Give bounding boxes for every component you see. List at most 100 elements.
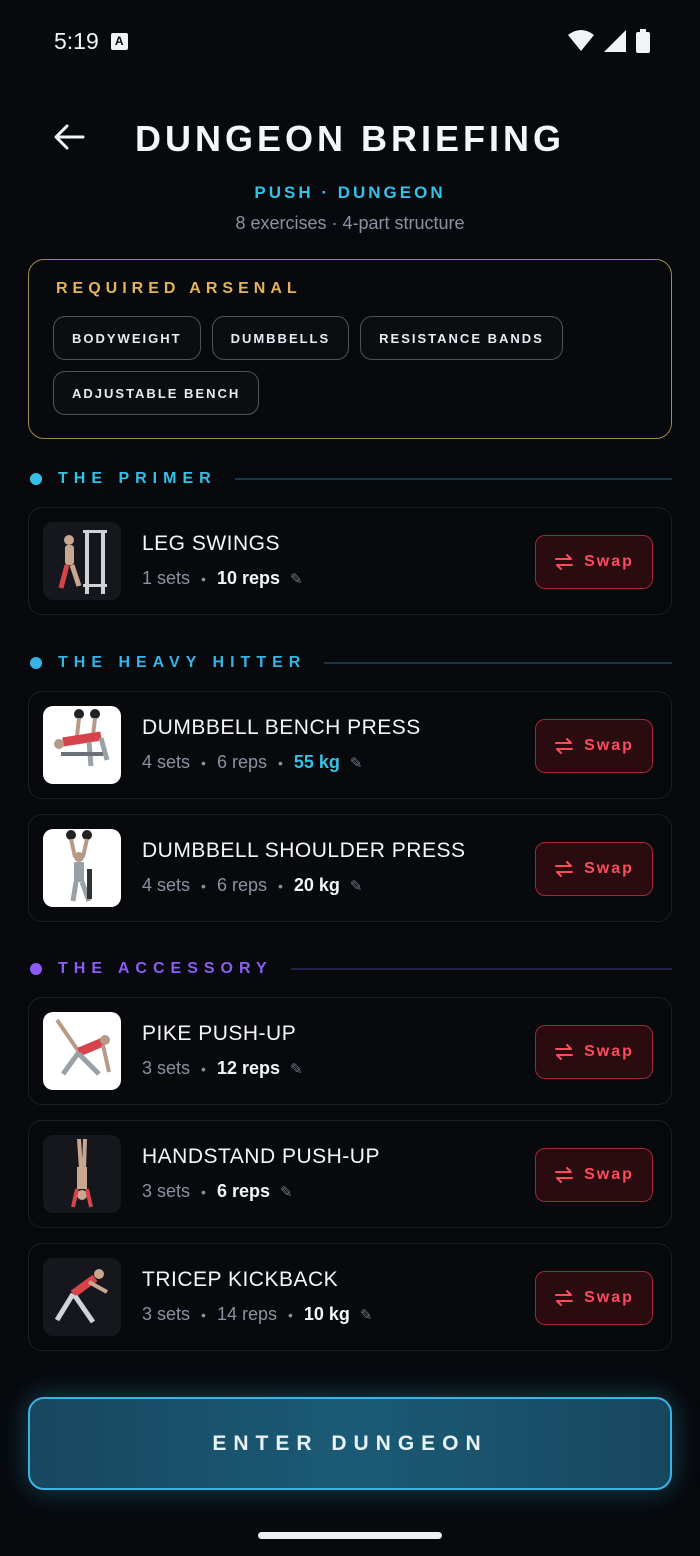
section-header-primer: THE PRIMER	[30, 467, 672, 491]
swap-button[interactable]: Swap	[535, 1025, 653, 1079]
edit-pencil-icon[interactable]: ✎	[290, 1060, 303, 1078]
exercise-card[interactable]: TRICEP KICKBACK 3 sets • 14 reps • 10 kg…	[28, 1243, 672, 1351]
exercise-card[interactable]: DUMBBELL SHOULDER PRESS 4 sets • 6 reps …	[28, 814, 672, 922]
section-dot	[30, 657, 42, 669]
reps-count[interactable]: 6 reps	[217, 752, 267, 773]
page-title: DUNGEON BRIEFING	[134, 118, 565, 159]
separator-dot: •	[287, 1306, 293, 1323]
exercise-thumbnail	[43, 1135, 121, 1213]
exercise-thumbnail	[43, 829, 121, 907]
section-label: THE ACCESSORY	[58, 960, 273, 977]
sets-count: 4 sets	[142, 875, 191, 895]
swap-label: Swap	[584, 553, 634, 570]
swap-button[interactable]: Swap	[535, 842, 653, 896]
leg-swing-illustration-icon	[58, 530, 107, 594]
exercise-thumbnail	[43, 1258, 121, 1336]
required-arsenal-panel: REQUIRED ARSENAL BODYWEIGHT DUMBBELLS RE…	[28, 259, 672, 439]
arsenal-title: REQUIRED ARSENAL	[56, 280, 302, 297]
separator-dot: •	[201, 570, 206, 587]
exercise-stats: 4 sets • 6 reps • 20 kg ✎	[142, 875, 362, 896]
separator-dot: •	[277, 877, 283, 894]
battery-icon	[636, 29, 650, 53]
reps-count[interactable]: 6 reps	[217, 875, 267, 896]
separator-dot: •	[277, 754, 283, 771]
edit-pencil-icon[interactable]: ✎	[290, 570, 303, 588]
sets-count: 1 sets	[142, 568, 191, 588]
exercise-card[interactable]: HANDSTAND PUSH-UP 3 sets • 6 reps ✎ Swap	[28, 1120, 672, 1228]
clock: 5:19	[54, 27, 99, 54]
separator-dot: •	[201, 1183, 206, 1200]
dungeon-subtitle: PUSH · DUNGEON	[254, 183, 446, 202]
reps-count[interactable]: 12 reps	[217, 1058, 280, 1079]
separator-dot: •	[201, 877, 206, 894]
section-dot	[30, 963, 42, 975]
wifi-icon	[568, 30, 594, 51]
signal-icon	[604, 30, 626, 52]
exercise-stats: 1 sets • 10 reps ✎	[142, 568, 303, 589]
notification-badge-icon: A	[110, 32, 128, 50]
swap-arrows-icon	[555, 1044, 574, 1060]
swap-label: Swap	[584, 737, 634, 754]
exercise-thumbnail	[43, 706, 121, 784]
edit-pencil-icon[interactable]: ✎	[350, 877, 363, 895]
reps-count[interactable]: 14 reps	[217, 1304, 277, 1325]
section-header-accessory: THE ACCESSORY	[30, 957, 672, 981]
weight-value[interactable]: 55 kg	[294, 752, 340, 773]
status-icons	[568, 29, 650, 53]
swap-arrows-icon	[555, 554, 574, 570]
separator-dot: •	[201, 1060, 206, 1077]
section-header-heavy-hitter: THE HEAVY HITTER	[30, 651, 672, 675]
swap-label: Swap	[584, 1043, 634, 1060]
section-divider	[234, 478, 672, 480]
edit-pencil-icon[interactable]: ✎	[360, 1306, 373, 1324]
exercise-thumbnail	[43, 1012, 121, 1090]
exercise-card[interactable]: PIKE PUSH-UP 3 sets • 12 reps ✎ Swap	[28, 997, 672, 1105]
swap-arrows-icon	[555, 1167, 574, 1183]
reps-count[interactable]: 6 reps	[217, 1181, 270, 1202]
tricep-kickback-illustration-icon	[54, 1269, 108, 1324]
exercise-stats: 3 sets • 12 reps ✎	[142, 1058, 303, 1079]
sets-count: 3 sets	[142, 1304, 191, 1324]
arsenal-chips: BODYWEIGHT DUMBBELLS RESISTANCE BANDS AD…	[53, 316, 647, 415]
weight-value[interactable]: 10 kg	[304, 1304, 350, 1325]
equipment-chip: ADJUSTABLE BENCH	[53, 371, 260, 415]
swap-button[interactable]: Swap	[535, 1148, 653, 1202]
section-dot	[30, 473, 42, 485]
exercise-thumbnail	[43, 522, 121, 600]
home-indicator[interactable]	[258, 1532, 442, 1539]
section-label: THE PRIMER	[58, 470, 217, 487]
exercise-name: DUMBBELL BENCH PRESS	[142, 716, 421, 739]
section-divider	[324, 662, 672, 664]
swap-label: Swap	[584, 1289, 634, 1306]
swap-button[interactable]: Swap	[535, 719, 653, 773]
pike-pushup-illustration-icon	[55, 1018, 111, 1076]
edit-pencil-icon[interactable]: ✎	[280, 1183, 293, 1201]
weight-value[interactable]: 20 kg	[294, 875, 340, 896]
section-label: THE HEAVY HITTER	[58, 654, 307, 671]
swap-arrows-icon	[555, 861, 574, 877]
equipment-chip: RESISTANCE BANDS	[360, 316, 563, 360]
bench-press-illustration-icon	[54, 709, 110, 767]
sets-count: 3 sets	[142, 1058, 191, 1078]
dungeon-meta: 8 exercises · 4-part structure	[235, 213, 465, 233]
exercise-stats: 4 sets • 6 reps • 55 kg ✎	[142, 752, 362, 773]
reps-count[interactable]: 10 reps	[217, 568, 280, 589]
exercise-name: LEG SWINGS	[142, 532, 281, 555]
shoulder-press-illustration-icon	[66, 830, 92, 902]
exercise-name: TRICEP KICKBACK	[142, 1268, 339, 1291]
exercise-name: HANDSTAND PUSH-UP	[142, 1145, 380, 1168]
edit-pencil-icon[interactable]: ✎	[350, 754, 363, 772]
exercise-card[interactable]: DUMBBELL BENCH PRESS 4 sets • 6 reps • 5…	[28, 691, 672, 799]
swap-label: Swap	[584, 860, 634, 877]
exercise-name: DUMBBELL SHOULDER PRESS	[142, 839, 466, 862]
enter-dungeon-button[interactable]: ENTER DUNGEON	[28, 1397, 672, 1490]
sets-count: 3 sets	[142, 1181, 191, 1201]
handstand-pushup-illustration-icon	[71, 1138, 93, 1208]
swap-button[interactable]: Swap	[535, 535, 653, 589]
exercise-card[interactable]: LEG SWINGS 1 sets • 10 reps ✎ Swap	[28, 507, 672, 615]
status-bar: 5:19 A	[0, 0, 700, 82]
separator-dot: •	[201, 754, 206, 771]
section-divider	[290, 968, 672, 970]
swap-button[interactable]: Swap	[535, 1271, 653, 1325]
swap-arrows-icon	[555, 738, 574, 754]
